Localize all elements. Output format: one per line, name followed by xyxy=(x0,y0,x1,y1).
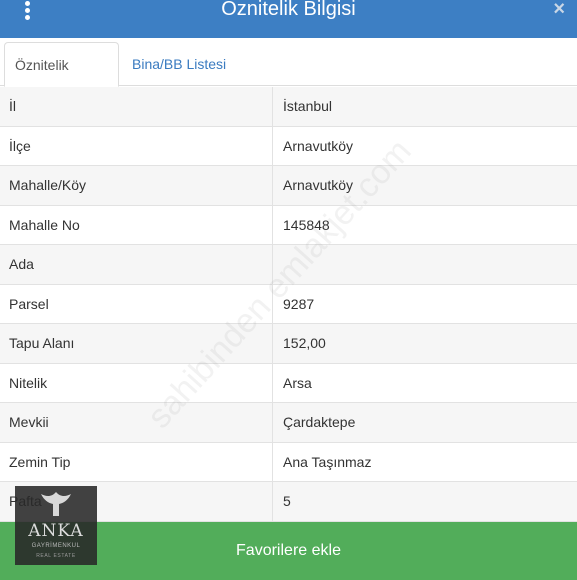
dialog-header: Öznitelik Bilgisi × xyxy=(0,0,577,38)
column-divider xyxy=(272,87,273,127)
attribute-key: Zemin Tip xyxy=(9,453,71,470)
attribute-value: 145848 xyxy=(283,216,330,233)
attribute-table: İl İstanbul İlçe Arnavutköy Mahalle/Köy … xyxy=(0,87,577,522)
column-divider xyxy=(272,324,273,364)
table-row: Parsel 9287 xyxy=(0,284,577,324)
attribute-value: Arnavutköy xyxy=(283,177,354,193)
attribute-key: Ada xyxy=(9,256,34,272)
attribute-value: 152,00 xyxy=(283,335,326,351)
attribute-key: Nitelik xyxy=(9,374,48,391)
table-row: Mevkii Çardaktepe xyxy=(0,403,577,443)
attribute-value: Ana Taşınmaz xyxy=(283,453,372,470)
attribute-key: Mahalle No xyxy=(9,216,80,233)
tab-bina-bb-listesi[interactable]: Bina/BB Listesi xyxy=(122,42,236,87)
attribute-key: Tapu Alanı xyxy=(9,335,75,351)
table-row: Tapu Alanı 152,00 xyxy=(0,324,577,364)
table-row: İl İstanbul xyxy=(0,87,577,127)
attribute-value: Arnavutköy xyxy=(283,137,354,154)
attribute-key: Mahalle/Köy xyxy=(9,177,87,193)
close-icon[interactable]: × xyxy=(553,0,565,19)
column-divider xyxy=(272,205,273,245)
attribute-value xyxy=(283,245,573,284)
attribute-key: İl xyxy=(9,98,16,114)
attribute-value: 9287 xyxy=(283,295,315,312)
dialog-title: Öznitelik Bilgisi xyxy=(221,0,356,20)
logo-name: ANKA xyxy=(28,521,84,541)
table-row: İlçe Arnavutköy xyxy=(0,126,577,166)
attribute-value: Arsa xyxy=(283,374,312,391)
table-row: Nitelik Arsa xyxy=(0,363,577,403)
phoenix-icon xyxy=(41,492,71,516)
column-divider xyxy=(272,245,273,285)
attribute-key: Mevkii xyxy=(9,414,49,430)
attribute-key: İlçe xyxy=(9,137,31,154)
attribute-value: İstanbul xyxy=(283,98,333,114)
table-row: Ada xyxy=(0,245,577,285)
column-divider xyxy=(272,166,273,206)
tab-bar: Öznitelik Bilgisi Bina/BB Listesi xyxy=(0,38,577,117)
company-logo: ANKA GAYRİMENKUL REAL ESTATE xyxy=(15,486,97,565)
column-divider xyxy=(272,442,273,482)
column-divider xyxy=(272,403,273,443)
column-divider xyxy=(272,126,273,166)
attribute-key: Parsel xyxy=(9,295,49,312)
logo-tagline: REAL ESTATE xyxy=(36,553,76,559)
attribute-value: 5 xyxy=(283,493,291,509)
table-row: Zemin Tip Ana Taşınmaz xyxy=(0,442,577,482)
logo-subtitle: GAYRİMENKUL xyxy=(31,543,81,549)
table-row: Mahalle/Köy Arnavutköy xyxy=(0,166,577,206)
column-divider xyxy=(272,482,273,522)
tab-oznitelik-bilgisi[interactable]: Öznitelik Bilgisi xyxy=(4,42,119,117)
column-divider xyxy=(272,284,273,324)
attribute-value: Çardaktepe xyxy=(283,414,356,430)
table-row: Mahalle No 145848 xyxy=(0,205,577,245)
column-divider xyxy=(272,363,273,403)
